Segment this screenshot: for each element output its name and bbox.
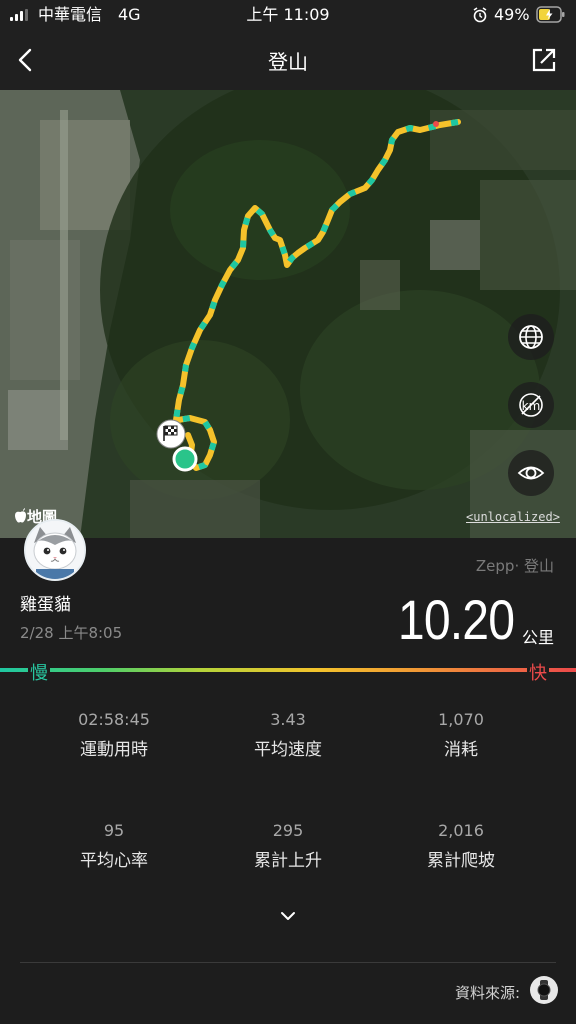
expand-chevron-down-icon[interactable]: [276, 906, 300, 926]
stat-total-ascent: 295 累計上升: [208, 821, 368, 871]
workout-date: 2/28 上午8:05: [20, 624, 123, 642]
stat-duration: 02:58:45 運動用時: [34, 710, 194, 760]
stat-calories: 1,070 消耗: [381, 710, 541, 760]
distance-unit: 公里: [521, 628, 554, 647]
battery-percent: 49%: [494, 5, 530, 24]
km-icon: km: [519, 393, 543, 417]
cat-avatar-image: [26, 521, 84, 579]
legal-link[interactable]: <unlocalized>: [466, 510, 560, 524]
stat-total-climb: 2,016 累計爬坡: [381, 821, 541, 871]
avatar[interactable]: [24, 519, 86, 581]
share-button[interactable]: [528, 44, 560, 76]
page-title: 登山: [268, 50, 308, 74]
status-bar: 中華電信 4G 上午 11:09 49%: [0, 0, 576, 30]
route-map[interactable]: km: [0, 90, 576, 538]
data-source-label: 資料來源:: [454, 984, 520, 1002]
stat-label: 累計爬坡: [427, 851, 495, 871]
clock: 上午 11:09: [246, 5, 330, 24]
workout-source: Zepp‧ 登山: [475, 557, 554, 575]
stat-value: 3.43: [270, 710, 306, 729]
stat-label: 平均速度: [254, 740, 322, 760]
stat-avg-heart-rate: 95 平均心率: [34, 821, 194, 871]
globe-icon: [519, 325, 543, 349]
divider: [20, 962, 556, 963]
globe-button[interactable]: [508, 314, 554, 360]
view-toggle-button[interactable]: [508, 450, 554, 496]
alarm-icon: [473, 7, 487, 23]
data-source-watch-icon[interactable]: [530, 976, 558, 1004]
stat-value: 2,016: [438, 821, 484, 840]
fast-label: 快: [527, 659, 549, 685]
slow-label: 慢: [28, 659, 50, 685]
stat-label: 消耗: [444, 740, 478, 760]
stat-label: 平均心率: [80, 851, 148, 871]
stat-label: 累計上升: [254, 851, 322, 871]
stat-label: 運動用時: [80, 740, 148, 760]
apple-logo-icon: [15, 508, 26, 523]
distance-value: 10.20: [397, 588, 515, 651]
finish-flag-icon: [156, 419, 186, 449]
start-marker: [172, 446, 198, 472]
nav-bar: 登山: [0, 30, 576, 90]
stat-avg-speed: 3.43 平均速度: [208, 710, 368, 760]
watch-icon: [537, 980, 551, 1000]
battery-icon: [536, 6, 565, 23]
km-marker-toggle-button[interactable]: km: [508, 382, 554, 428]
user-name: 雞蛋貓: [20, 595, 71, 615]
stat-value: 95: [103, 821, 125, 840]
speed-gradient-bar: [0, 668, 576, 672]
satellite-map: [0, 90, 576, 538]
stat-value: 1,070: [438, 710, 484, 729]
stat-value: 295: [272, 821, 304, 840]
stat-value: 02:58:45: [78, 710, 150, 729]
eye-icon: [517, 466, 545, 480]
